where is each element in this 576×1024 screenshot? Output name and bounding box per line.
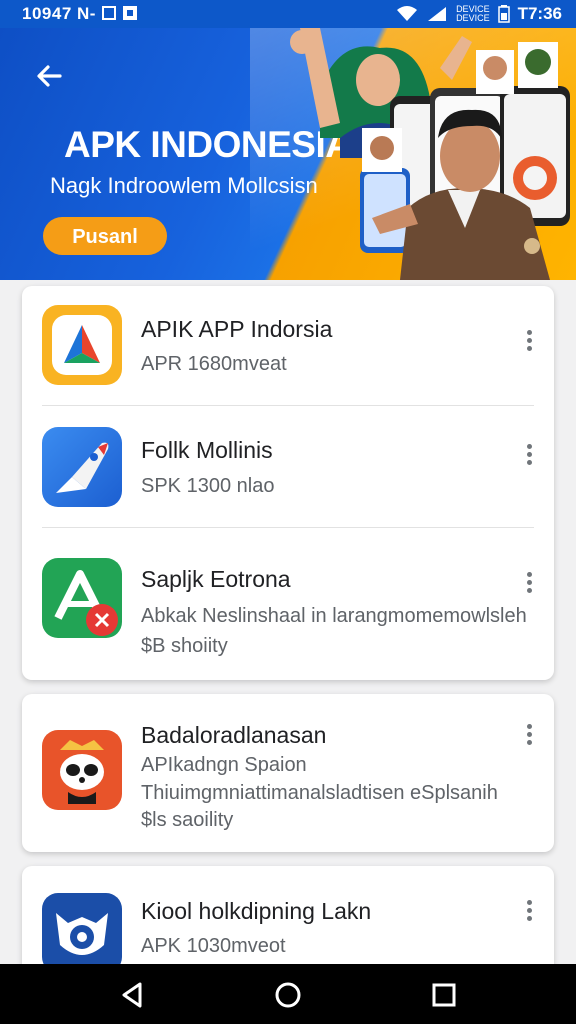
navigation-bar xyxy=(0,964,576,1024)
home-circle-icon[interactable] xyxy=(271,978,305,1012)
panda-mascot-icon xyxy=(42,730,122,810)
app-meta: SPK 1300 nlao xyxy=(141,475,275,497)
more-options-icon[interactable] xyxy=(522,570,536,598)
hero-people-illustration xyxy=(290,28,570,280)
more-options-icon[interactable] xyxy=(522,442,536,470)
status-bar: 10947 N- DEVICE DEVICE T7:36 xyxy=(0,0,576,28)
app-name: Kiool holkdipning Lakn xyxy=(141,898,372,924)
hero-subtitle: Nagk Indroowlem Mollcsisn xyxy=(50,173,318,198)
back-arrow-icon[interactable] xyxy=(30,56,70,96)
back-triangle-icon[interactable] xyxy=(116,978,150,1012)
app-description: Thiuimgmniattimanalsladtisen eSplsanih xyxy=(141,782,498,804)
app-card[interactable]: Badaloradlanasan APIkadngn Spaion Thiuim… xyxy=(22,694,554,852)
carrier-label: DEVICE DEVICE xyxy=(456,4,490,23)
app-list-item[interactable]: Sapljk Eotrona Abkak Neslinshaal in lara… xyxy=(22,528,554,680)
screenshot-icon xyxy=(102,6,117,20)
green-a-icon xyxy=(42,558,122,638)
pusat-button[interactable]: Pusanl xyxy=(43,217,167,255)
app-list-item[interactable]: Follk Mollinis SPK 1300 nlao xyxy=(22,406,554,527)
app-name: Badaloradlanasan xyxy=(141,722,327,748)
app-description: $ls saoility xyxy=(141,809,234,831)
app-name: Follk Mollinis xyxy=(141,437,273,463)
app-description: APIkadngn Spaion xyxy=(141,754,307,776)
app-list-item[interactable]: APIK APP Indorsia APR 1680mveat xyxy=(22,286,554,406)
wifi-icon xyxy=(397,6,418,21)
more-options-icon[interactable] xyxy=(522,722,536,750)
fox-icon xyxy=(42,893,122,973)
apik-logo-icon xyxy=(42,305,122,385)
status-left-text: 10947 N- xyxy=(22,4,138,24)
app-meta: APR 1680mveat xyxy=(141,353,287,375)
status-time: T7:36 xyxy=(517,4,562,23)
hero-banner: APK INDONESIA Nagk Indroowlem Mollcsisn … xyxy=(0,28,576,280)
app-description: $B shoiity xyxy=(141,635,228,657)
app-meta: APK 1030mveot xyxy=(141,935,286,957)
app-list-card: APIK APP Indorsia APR 1680mveat Follk Mo… xyxy=(22,286,554,680)
signal-icon xyxy=(428,7,447,21)
app-name: Sapljk Eotrona xyxy=(141,566,291,592)
notification-icon xyxy=(123,6,138,20)
app-description: Abkak Neslinshaal in larangmomemowlsleh xyxy=(141,605,527,627)
rocket-icon xyxy=(42,427,122,507)
more-options-icon[interactable] xyxy=(522,898,536,926)
app-name: APIK APP Indorsia xyxy=(141,316,333,342)
more-options-icon[interactable] xyxy=(522,328,536,356)
recents-square-icon[interactable] xyxy=(427,978,461,1012)
battery-icon xyxy=(497,5,510,23)
